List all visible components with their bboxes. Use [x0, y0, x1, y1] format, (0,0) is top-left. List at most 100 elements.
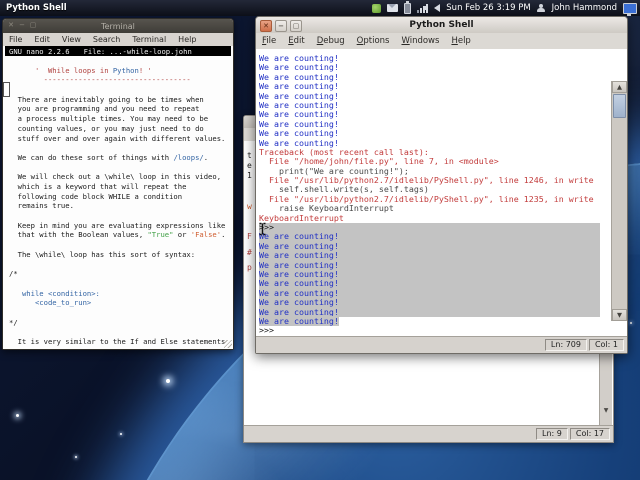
nano-text-line: you are programming and you need to repe…: [9, 104, 200, 114]
user-icon[interactable]: [537, 3, 546, 13]
shell-scrollbar[interactable]: ▲ ▼: [611, 81, 627, 321]
editor-text-fragment: t: [247, 151, 252, 160]
shell-menubar: File Edit Debug Options Windows Help: [256, 33, 627, 50]
menu-item-debug[interactable]: Debug: [311, 36, 351, 46]
python-shell-window: ✕ − ▢ Python Shell File Edit Debug Options W…: [255, 16, 628, 354]
shell-line-indicator: Ln: 709: [544, 339, 587, 351]
terminal-resize-grip[interactable]: [224, 340, 232, 348]
shell-col-indicator: Col: 1: [588, 339, 624, 351]
menu-item-edit[interactable]: Edit: [282, 36, 310, 46]
nano-text-line: following code block WHILE a condition: [9, 191, 183, 201]
close-icon[interactable]: ✕: [7, 20, 15, 30]
scrollbar-thumb[interactable]: [613, 94, 626, 118]
shell-text-line: We are counting!: [259, 315, 339, 326]
editor-text-fragment: e: [247, 161, 252, 170]
scroll-down-icon[interactable]: ▼: [600, 406, 612, 416]
nano-text-line: [9, 259, 233, 269]
menu-item-view[interactable]: View: [56, 35, 87, 44]
star: [166, 379, 170, 383]
nano-text-line: It is very similar to the If and Else st…: [9, 336, 226, 346]
nano-text-line: counting values, or you may just need to…: [9, 123, 204, 133]
mail-icon[interactable]: [387, 4, 399, 12]
scroll-down-icon[interactable]: ▼: [612, 309, 627, 321]
nano-version: GNU nano 2.2.6: [9, 46, 70, 56]
nano-text-line: which is a keyword that will repeat the: [9, 181, 187, 191]
nano-text-line: */: [9, 317, 18, 327]
nano-text-line: [9, 85, 233, 95]
menu-item-options[interactable]: Options: [351, 36, 396, 46]
text-cursor-icon: [258, 221, 267, 240]
editor-line-indicator: Ln: 9: [536, 428, 568, 440]
nano-text-line: <code_to_run>: [34, 298, 92, 308]
shell-output: We are counting! We are counting! We are c…: [256, 49, 612, 337]
minimize-icon[interactable]: −: [18, 20, 26, 30]
menu-item-help[interactable]: Help: [445, 36, 476, 46]
terminal-text-area[interactable]: GNU nano 2.2.6 File: ...-while-loop.john…: [3, 46, 233, 349]
shell-titlebar[interactable]: ✕ − ▢ Python Shell: [256, 17, 627, 34]
nano-text-line: [9, 143, 233, 153]
top-panel: Python Shell Sun Feb 26 3:19 PM John Ham…: [0, 0, 640, 16]
nano-text-line: We will check out a \while\ loop in this…: [9, 172, 222, 182]
nano-filename: File: ...-while-loop.john: [83, 46, 192, 56]
nano-text-line: while <condition>:: [21, 288, 100, 298]
star: [75, 456, 77, 458]
shell-text-line: >>>: [259, 325, 274, 336]
shell-title: Python Shell: [409, 20, 474, 30]
terminal-cursor: [3, 82, 10, 97]
star: [630, 322, 632, 324]
menu-item-help[interactable]: Help: [172, 35, 202, 44]
maximize-icon[interactable]: ▢: [29, 20, 37, 30]
menu-item-edit[interactable]: Edit: [28, 35, 56, 44]
session-icon[interactable]: [623, 2, 637, 16]
nano-text-line: There are inevitably going to be times w…: [9, 94, 204, 104]
nano-text-line: [9, 163, 233, 173]
clock[interactable]: Sun Feb 26 3:19 PM: [446, 3, 530, 13]
nano-text-line: stuff over and over again with different…: [9, 133, 226, 143]
editor-statusbar: Ln: 9 Col: 17: [244, 425, 613, 442]
star: [16, 414, 19, 417]
menu-item-windows[interactable]: Windows: [395, 36, 445, 46]
nano-text-line: a process multiple times. You may need t…: [9, 114, 209, 124]
shell-text-area[interactable]: We are counting! We are counting! We are c…: [256, 49, 627, 337]
nano-text-line: Keep in mind you are evaluating expressi…: [9, 220, 226, 230]
desktop: Python Shell Sun Feb 26 3:19 PM John Ham…: [0, 0, 640, 480]
app-indicator-icon[interactable]: [372, 3, 382, 13]
volume-icon[interactable]: [425, 4, 441, 12]
shell-text-line: KeyboardInterrupt: [259, 212, 344, 223]
menu-item-search[interactable]: Search: [87, 35, 126, 44]
active-app-title: Python Shell: [6, 3, 67, 13]
nano-text-line: The \while\ loop has this sort of syntax…: [9, 249, 196, 259]
menu-item-file[interactable]: File: [256, 36, 282, 46]
nano-text-line: remains true.: [9, 201, 74, 211]
editor-text-fragment: #: [247, 248, 252, 257]
nano-text-line: [9, 211, 233, 221]
terminal-titlebar[interactable]: ✕ − ▢ Terminal: [3, 19, 233, 33]
username[interactable]: John Hammond: [552, 3, 617, 13]
nano-text-line: [9, 327, 233, 337]
nano-text-line: ' While loops in Python! ': [9, 65, 152, 75]
nano-text-line: [9, 308, 233, 318]
editor-text-fragment: 1: [247, 171, 252, 180]
nano-header: GNU nano 2.2.6 File: ...-while-loop.john: [5, 46, 231, 56]
editor-text-fragment: w: [247, 202, 252, 211]
minimize-icon[interactable]: −: [275, 20, 287, 32]
star: [120, 433, 122, 435]
close-icon[interactable]: ✕: [260, 20, 272, 32]
menu-item-terminal[interactable]: Terminal: [126, 35, 172, 44]
terminal-menubar: File Edit View Search Terminal Help: [3, 33, 233, 47]
nano-text-line: ----------------------------------: [9, 75, 191, 85]
nano-text-line: [9, 240, 233, 250]
terminal-title: Terminal: [101, 21, 135, 31]
maximize-icon[interactable]: ▢: [290, 20, 302, 32]
nano-text-line: that with the Boolean values, "True" or …: [9, 230, 226, 240]
menu-item-file[interactable]: File: [3, 35, 28, 44]
editor-col-indicator: Col: 17: [569, 428, 610, 440]
editor-text-fragment: p: [247, 263, 252, 272]
panel-indicators: Sun Feb 26 3:19 PM John Hammond: [372, 0, 637, 16]
nano-text-line: [9, 279, 233, 289]
battery-icon[interactable]: [404, 0, 412, 14]
nano-text-line: We can do these sort of things with /loo…: [9, 152, 209, 162]
scroll-up-icon[interactable]: ▲: [612, 81, 627, 93]
nano-text-line: [9, 56, 233, 66]
nano-text-line: /*: [9, 269, 18, 279]
